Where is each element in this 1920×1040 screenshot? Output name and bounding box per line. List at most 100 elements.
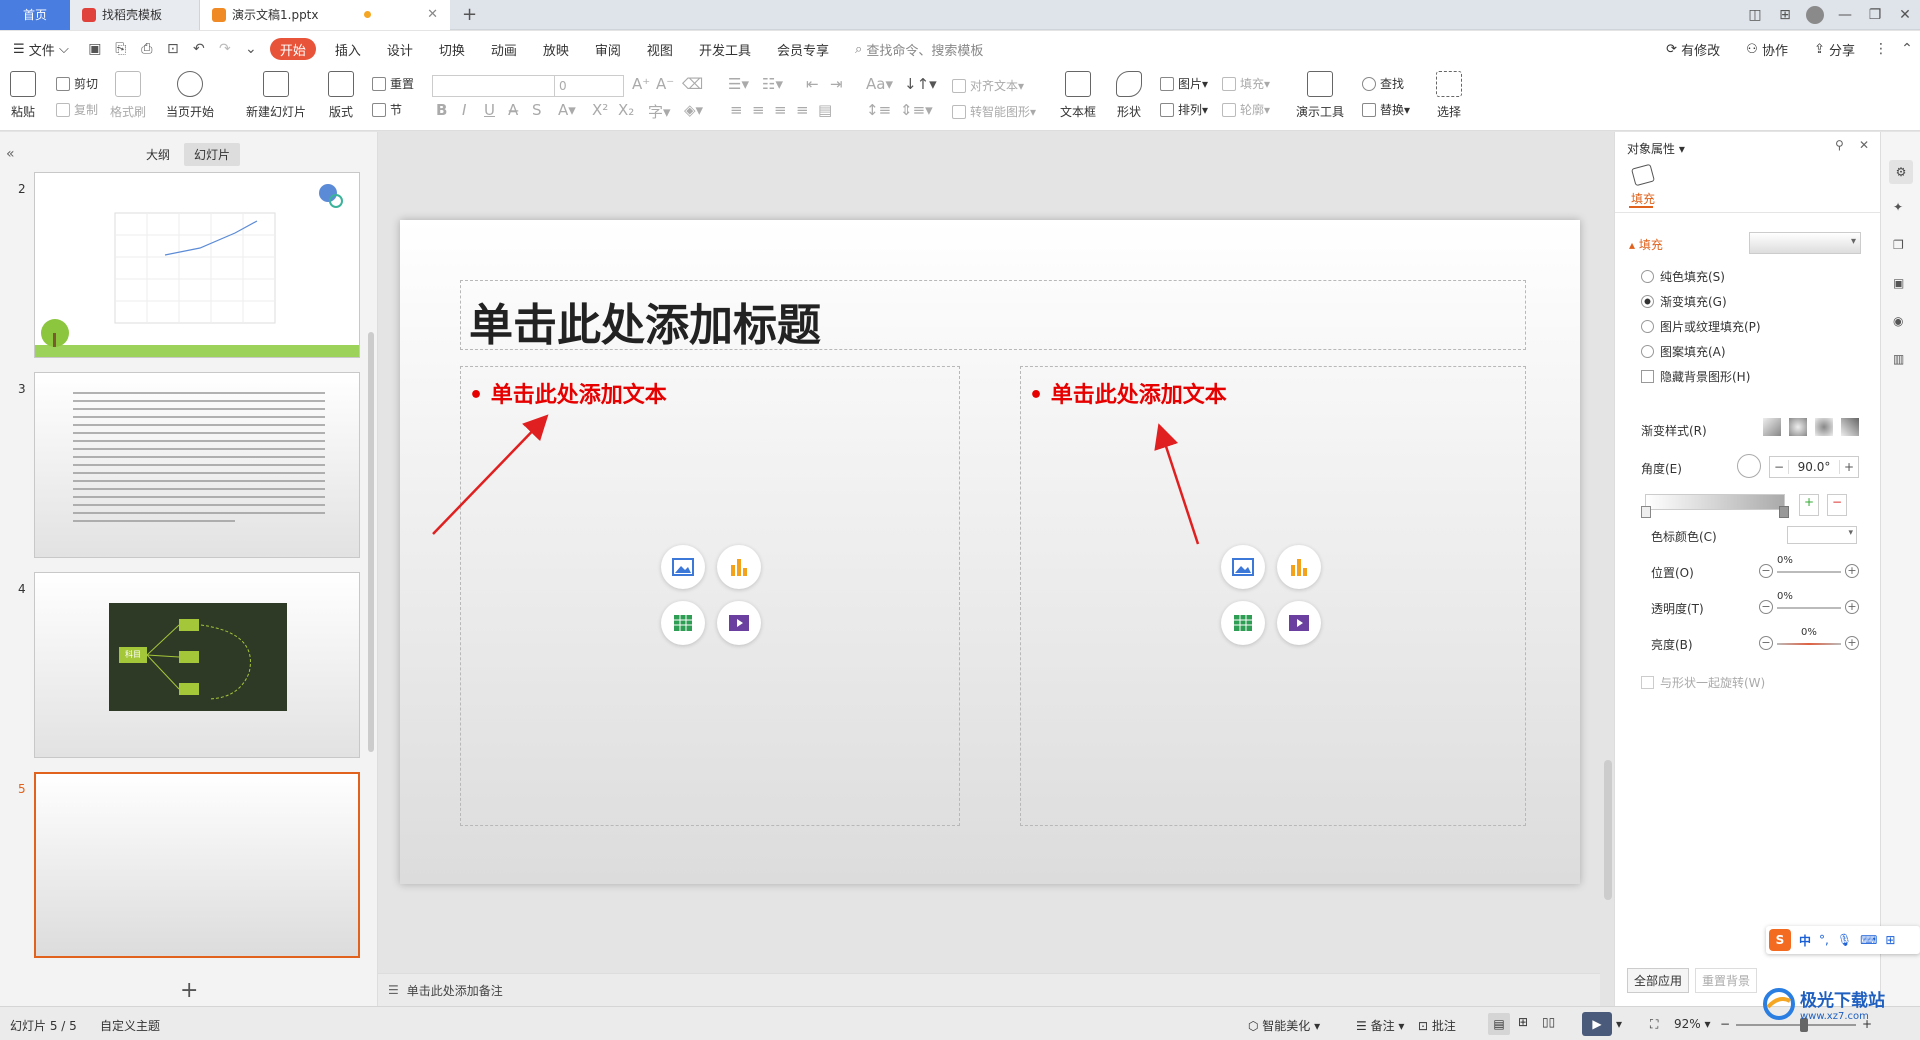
insert-table-icon[interactable] — [1221, 601, 1265, 645]
slide-sorter-icon[interactable]: ⊞ — [1518, 1015, 1528, 1029]
properties-icon[interactable]: ⚙ — [1889, 160, 1913, 184]
comments-button[interactable]: ⊡ 批注 — [1418, 1017, 1456, 1034]
microphone-icon[interactable]: 🎙 — [1837, 933, 1852, 947]
clear-format-icon[interactable]: ⌫ — [682, 75, 703, 93]
insert-picture-icon[interactable] — [1221, 545, 1265, 589]
layout-button[interactable]: 版式 — [328, 71, 354, 120]
apply-all-button[interactable]: 全部应用 — [1627, 968, 1690, 993]
subscript-icon[interactable]: X₂ — [618, 101, 634, 119]
ime-punct[interactable]: °, — [1819, 933, 1829, 947]
minimize-icon[interactable]: — — [1830, 0, 1860, 30]
sort-icon[interactable]: ↓↑▾ — [904, 75, 937, 93]
close-window-icon[interactable]: ✕ — [1890, 0, 1920, 30]
gradient-path-option[interactable] — [1841, 418, 1859, 436]
transparency-slider[interactable] — [1777, 607, 1841, 609]
shape-button[interactable]: 形状 — [1116, 71, 1142, 120]
play-slideshow-icon[interactable]: ▶ — [1582, 1012, 1612, 1036]
italic-icon[interactable]: I — [462, 101, 466, 119]
gradient-bar[interactable] — [1645, 494, 1785, 510]
select-button[interactable]: 选择 — [1436, 71, 1462, 120]
fill-section-header[interactable]: ▴ 填充 — [1629, 236, 1663, 253]
close-panel-icon[interactable]: ✕ — [1859, 138, 1869, 152]
reading-view-icon[interactable]: ▯▯ — [1542, 1015, 1555, 1029]
title-placeholder[interactable]: 单击此处添加标题 — [460, 280, 1526, 351]
export-icon[interactable]: ⎘ — [108, 31, 134, 67]
animation-icon[interactable]: ✦ — [1893, 200, 1903, 214]
zoom-level[interactable]: 92% ▾ — [1674, 1017, 1711, 1031]
normal-view-icon[interactable]: ▤ — [1488, 1013, 1510, 1035]
more-options-icon[interactable]: ⋮ — [1868, 31, 1894, 67]
location-icon[interactable]: ◉ — [1893, 314, 1903, 328]
gradient-stop-start[interactable] — [1641, 506, 1651, 518]
text-case-icon[interactable]: Aa▾ — [866, 75, 893, 93]
slide-library-icon[interactable]: ▣ — [1893, 276, 1904, 290]
new-tab-button[interactable]: + — [450, 0, 489, 30]
align-center-icon[interactable]: ≡ — [752, 101, 765, 119]
play-dropdown-icon[interactable]: ▾ — [1616, 1017, 1622, 1031]
paragraph-spacing-icon[interactable]: ⇕≡▾ — [900, 101, 933, 119]
underline-icon[interactable]: U — [484, 101, 495, 119]
superscript-icon[interactable]: X² — [592, 101, 608, 119]
add-stop-icon[interactable]: + — [1799, 494, 1819, 516]
pattern-fill-option[interactable]: 图案填充(A) — [1641, 343, 1726, 360]
stop-color-dropdown[interactable]: ▾ — [1787, 526, 1857, 544]
gradient-linear-option[interactable] — [1763, 418, 1781, 436]
current-slide[interactable]: 单击此处添加标题 • 单击此处添加文本 • 单击此处添加文本 — [400, 220, 1580, 884]
undo-icon[interactable]: ↶ — [186, 31, 212, 67]
font-size-select[interactable]: 0 — [554, 75, 624, 97]
transparency-minus-icon[interactable]: − — [1759, 600, 1773, 614]
tab-home[interactable]: 首页 — [0, 0, 70, 30]
book-icon[interactable]: ▥ — [1893, 352, 1904, 366]
position-slider[interactable] — [1777, 571, 1841, 573]
outline-button[interactable]: 轮廓 ▾ — [1222, 101, 1270, 118]
layout-icon[interactable]: ◫ — [1740, 0, 1770, 30]
menu-developer[interactable]: 开发工具 — [686, 31, 764, 67]
brightness-minus-icon[interactable]: − — [1759, 636, 1773, 650]
zoom-slider[interactable] — [1736, 1024, 1856, 1026]
insert-chart-icon[interactable] — [717, 545, 761, 589]
search-command[interactable]: ⌕ 查找命令、搜索模板 — [842, 31, 996, 67]
align-right-icon[interactable]: ≡ — [774, 101, 787, 119]
transition-icon[interactable]: ❐ — [1893, 238, 1904, 252]
avatar[interactable] — [1800, 0, 1830, 30]
strike-icon[interactable]: A̶ — [508, 101, 518, 119]
fit-window-icon[interactable]: ⛶ — [1650, 1017, 1658, 1032]
canvas-scrollbar[interactable] — [1604, 760, 1612, 900]
shrink-font-icon[interactable]: A⁻ — [656, 75, 674, 93]
paste-button[interactable]: 粘贴 — [10, 71, 36, 120]
file-menu[interactable]: ☰ 文件 ⌵ — [0, 31, 82, 67]
brightness-plus-icon[interactable]: + — [1845, 636, 1859, 650]
indent-decrease-icon[interactable]: ⇤ — [806, 75, 819, 93]
line-spacing-icon[interactable]: ↕≡ — [866, 101, 891, 119]
has-changes-button[interactable]: ⟳ 有修改 — [1653, 31, 1733, 67]
fill-button[interactable]: 填充 ▾ — [1222, 75, 1270, 92]
smart-art-button[interactable]: 转智能图形 ▾ — [952, 103, 1036, 120]
shadow-icon[interactable]: S — [532, 101, 542, 119]
theme-name[interactable]: 自定义主题 — [100, 1017, 160, 1034]
picture-fill-option[interactable]: 图片或纹理填充(P) — [1641, 318, 1761, 335]
pin-icon[interactable]: ⚲ — [1835, 138, 1844, 152]
reset-background-button[interactable]: 重置背景 — [1695, 968, 1758, 993]
textbox-button[interactable]: 文本框 — [1060, 71, 1096, 120]
share-button[interactable]: ⇪ 分享 — [1801, 31, 1868, 67]
cut-button[interactable]: 剪切 — [56, 75, 98, 92]
copy-button[interactable]: 复制 — [56, 101, 98, 118]
zoom-out-icon[interactable]: − — [1720, 1017, 1730, 1031]
redo-icon[interactable]: ↷ — [212, 31, 238, 67]
gradient-fill-option[interactable]: 渐变填充(G) — [1641, 293, 1727, 310]
notes-pane[interactable]: ☰ 单击此处添加备注 — [378, 973, 1600, 1006]
angle-dial[interactable] — [1737, 454, 1761, 478]
slide-thumbnail-4[interactable]: 科目 — [34, 572, 360, 758]
font-color-icon[interactable]: A▾ — [558, 101, 576, 119]
gradient-rect-option[interactable] — [1815, 418, 1833, 436]
tab-slides[interactable]: 幻灯片 — [184, 143, 241, 166]
arrange-button[interactable]: 排列 ▾ — [1160, 101, 1208, 118]
grid-apps-icon[interactable]: ⊞ — [1770, 0, 1800, 30]
new-slide-button[interactable]: 新建幻灯片 — [246, 71, 306, 120]
position-plus-icon[interactable]: + — [1845, 564, 1859, 578]
align-left-icon[interactable]: ≡ — [730, 101, 743, 119]
slide-thumbnail-2[interactable] — [34, 172, 360, 358]
fill-color-dropdown[interactable]: ▾ — [1749, 232, 1861, 254]
insert-chart-icon[interactable] — [1277, 545, 1321, 589]
fill-tab[interactable]: 填充 — [1631, 190, 1655, 207]
